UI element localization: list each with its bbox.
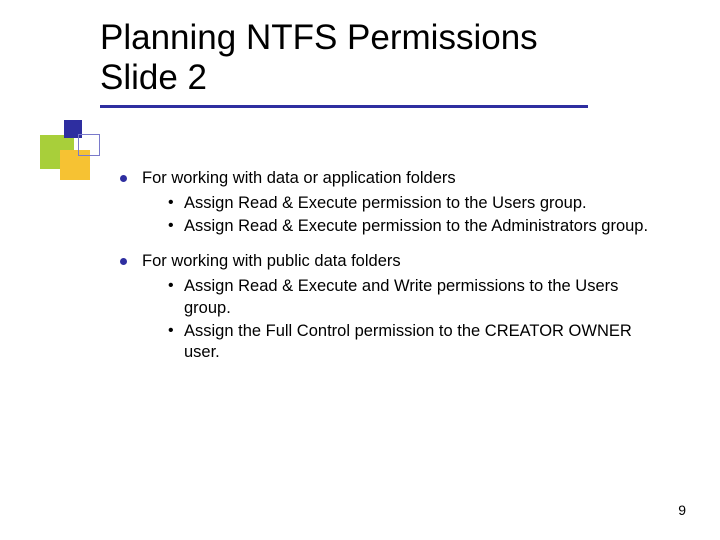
title-underline <box>100 105 588 108</box>
bullet-1: For working with data or application fol… <box>120 168 660 237</box>
bullet-2: For working with public data folders Ass… <box>120 251 660 363</box>
sub-bullet-text: Assign Read & Execute and Write permissi… <box>184 277 618 316</box>
title-block: Planning NTFS Permissions Slide 2 <box>100 18 660 108</box>
deco-square-outline <box>78 134 100 156</box>
sub-bullet: Assign Read & Execute permission to the … <box>168 193 660 214</box>
bullet-dot-icon <box>120 258 127 265</box>
sub-bullet-text: Assign the Full Control permission to th… <box>184 322 632 361</box>
bullet-dot-icon <box>120 175 127 182</box>
body-content: For working with data or application fol… <box>120 168 660 377</box>
sub-bullet: Assign Read & Execute and Write permissi… <box>168 276 660 318</box>
slide-title: Planning NTFS Permissions Slide 2 <box>100 18 660 99</box>
decorative-squares <box>40 120 130 180</box>
sub-bullet-text: Assign Read & Execute permission to the … <box>184 194 587 212</box>
sub-bullet: Assign the Full Control permission to th… <box>168 321 660 363</box>
slide: Planning NTFS Permissions Slide 2 For wo… <box>0 0 720 540</box>
title-line-1: Planning NTFS Permissions <box>100 18 538 57</box>
page-number: 9 <box>678 502 686 518</box>
bullet-1-text: For working with data or application fol… <box>142 169 456 187</box>
bullet-1-sublist: Assign Read & Execute permission to the … <box>142 193 660 237</box>
bullet-2-sublist: Assign Read & Execute and Write permissi… <box>142 276 660 362</box>
bullet-2-text: For working with public data folders <box>142 252 401 270</box>
title-line-2: Slide 2 <box>100 58 207 97</box>
sub-bullet: Assign Read & Execute permission to the … <box>168 216 660 237</box>
sub-bullet-text: Assign Read & Execute permission to the … <box>184 217 648 235</box>
